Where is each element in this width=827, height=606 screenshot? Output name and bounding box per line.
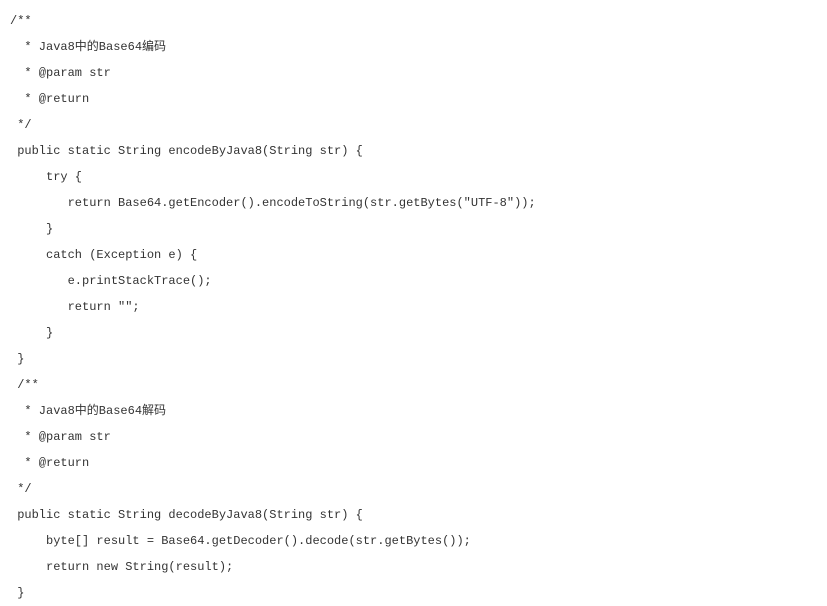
code-line: catch (Exception e) { xyxy=(10,248,197,262)
code-line: e.printStackTrace(); xyxy=(10,274,212,288)
code-line: } xyxy=(10,352,24,366)
code-line: return Base64.getEncoder().encodeToStrin… xyxy=(10,196,536,210)
code-line: byte[] result = Base64.getDecoder().deco… xyxy=(10,534,471,548)
code-line: * @param str xyxy=(10,430,111,444)
code-line: * @return xyxy=(10,456,89,470)
code-line: * Java8中的Base64解码 xyxy=(10,404,166,418)
code-line: return ""; xyxy=(10,300,140,314)
code-block: /** * Java8中的Base64编码 * @param str * @re… xyxy=(10,8,827,606)
code-line: } xyxy=(10,326,53,340)
code-line: public static String encodeByJava8(Strin… xyxy=(10,144,363,158)
code-line: /** xyxy=(10,14,32,28)
code-line: * Java8中的Base64编码 xyxy=(10,40,166,54)
code-line: */ xyxy=(10,482,32,496)
code-line: } xyxy=(10,586,24,600)
code-line: return new String(result); xyxy=(10,560,233,574)
code-line: * @return xyxy=(10,92,89,106)
code-line: /** xyxy=(10,378,39,392)
code-line: */ xyxy=(10,118,32,132)
code-line: public static String decodeByJava8(Strin… xyxy=(10,508,363,522)
code-line: try { xyxy=(10,170,82,184)
code-line: * @param str xyxy=(10,66,111,80)
code-line: } xyxy=(10,222,53,236)
